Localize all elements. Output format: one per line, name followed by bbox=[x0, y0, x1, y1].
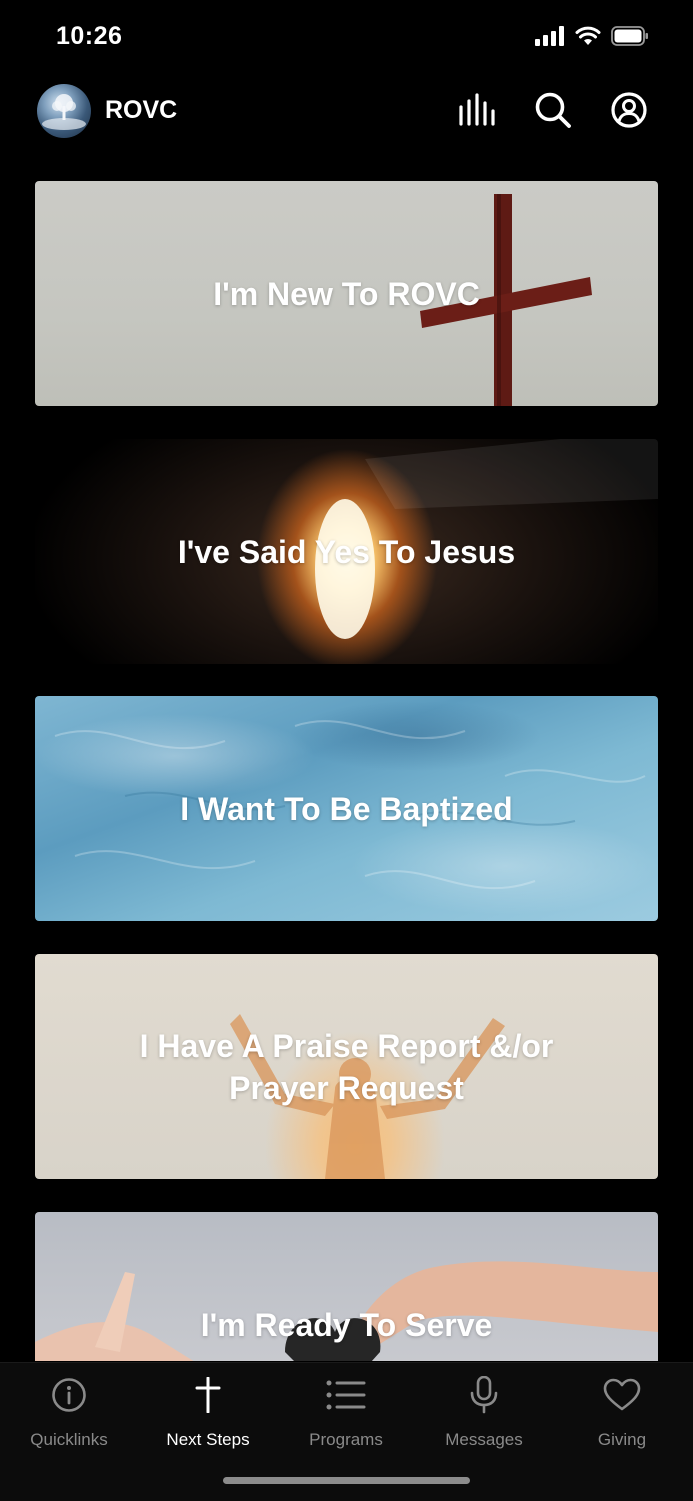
tab-next-steps[interactable]: Next Steps bbox=[148, 1375, 268, 1450]
tab-messages[interactable]: Messages bbox=[424, 1375, 544, 1450]
heart-icon bbox=[562, 1375, 682, 1415]
card-praise-report-prayer-request[interactable]: I Have A Praise Report &/or Prayer Reque… bbox=[35, 954, 658, 1179]
card-title: I Have A Praise Report &/or Prayer Reque… bbox=[139, 1027, 554, 1106]
card-want-to-be-baptized[interactable]: I Want To Be Baptized bbox=[35, 696, 658, 921]
search-icon[interactable] bbox=[533, 90, 573, 130]
tab-quicklinks[interactable]: Quicklinks bbox=[9, 1375, 129, 1450]
status-icons bbox=[535, 26, 649, 46]
church-logo-icon[interactable] bbox=[37, 84, 91, 138]
card-title: I'm Ready To Serve bbox=[200, 1306, 493, 1343]
app-title: ROVC bbox=[105, 96, 178, 124]
list-icon bbox=[286, 1375, 406, 1415]
tab-label: Programs bbox=[309, 1430, 383, 1449]
profile-icon[interactable] bbox=[609, 90, 649, 130]
card-title: I've Said Yes To Jesus bbox=[177, 533, 516, 570]
tab-giving[interactable]: Giving bbox=[562, 1375, 682, 1450]
card-title: I'm New To ROVC bbox=[213, 275, 480, 312]
tab-label: Messages bbox=[445, 1430, 523, 1449]
tab-label: Next Steps bbox=[166, 1430, 250, 1449]
battery-icon bbox=[611, 26, 649, 46]
header-actions bbox=[457, 90, 649, 130]
next-steps-list: I'm New To ROVC I've Said Yes To Jesus I… bbox=[35, 181, 658, 1361]
card-title: I Want To Be Baptized bbox=[180, 790, 513, 827]
info-circle-icon bbox=[9, 1375, 129, 1415]
status-time: 10:26 bbox=[56, 22, 123, 50]
wifi-icon bbox=[575, 26, 601, 46]
tab-label: Giving bbox=[597, 1430, 647, 1449]
home-indicator[interactable] bbox=[223, 1477, 470, 1484]
card-new-to-rovc[interactable]: I'm New To ROVC bbox=[35, 181, 658, 406]
audio-bars-icon[interactable] bbox=[457, 90, 497, 130]
tab-programs[interactable]: Programs bbox=[286, 1375, 406, 1450]
microphone-icon bbox=[424, 1375, 544, 1415]
tab-label: Quicklinks bbox=[30, 1430, 108, 1449]
cellular-signal-icon bbox=[535, 26, 565, 46]
card-ready-to-serve[interactable]: I'm Ready To Serve bbox=[35, 1212, 658, 1361]
card-said-yes-to-jesus[interactable]: I've Said Yes To Jesus bbox=[35, 439, 658, 664]
status-bar: 10:26 bbox=[0, 0, 693, 78]
cross-icon bbox=[148, 1375, 268, 1415]
app-header: ROVC bbox=[0, 78, 693, 148]
